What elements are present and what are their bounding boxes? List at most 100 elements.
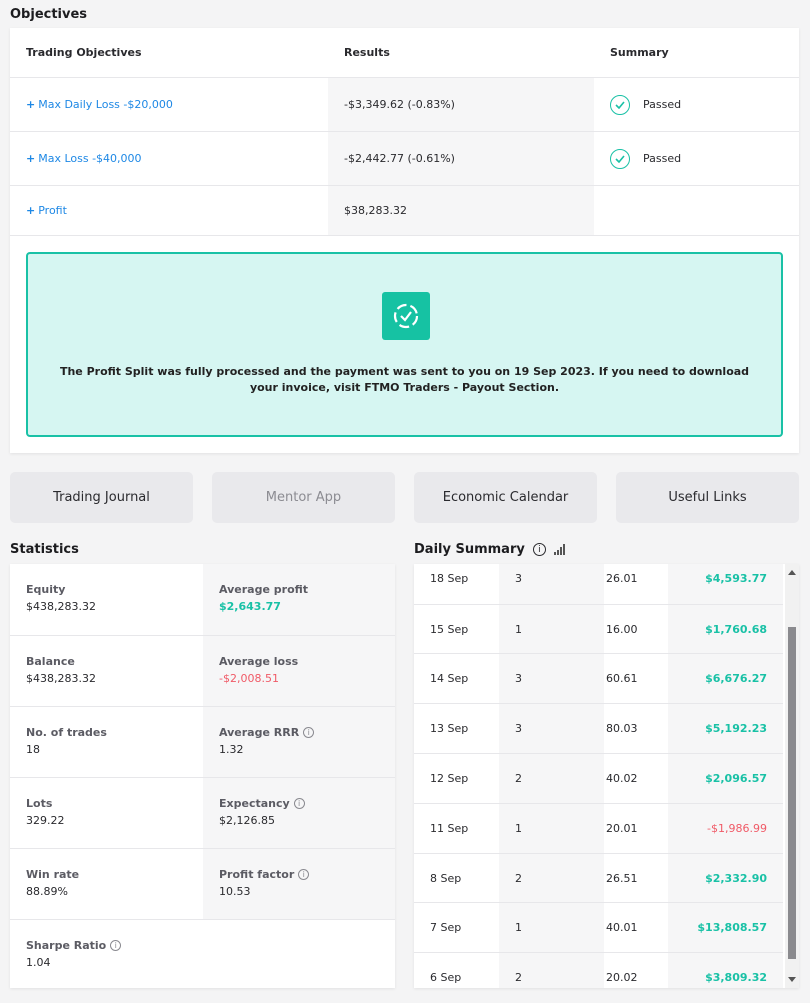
stat-average-profit: Average profit $2,643.77	[203, 564, 395, 635]
stat-label: Balance	[26, 655, 75, 668]
objective-row-max-loss: + Max Loss -$40,000 -$2,442.77 (-0.61%) …	[10, 132, 799, 186]
scrollbar-thumb[interactable]	[788, 627, 796, 959]
status-passed: Passed	[643, 152, 682, 165]
daily-result: $2,096.57	[668, 754, 783, 803]
daily-result: $4,593.77	[668, 564, 783, 604]
daily-row: 7 Sep 1 40.01 $13,808.57	[414, 903, 783, 953]
daily-lots: 20.01	[606, 822, 638, 835]
daily-trades: 3	[499, 564, 604, 604]
info-icon[interactable]: i	[532, 543, 546, 556]
daily-row: 14 Sep 3 60.61 $6,676.27	[414, 654, 783, 704]
useful-links-button[interactable]: Useful Links	[616, 472, 799, 523]
daily-row: 12 Sep 2 40.02 $2,096.57	[414, 754, 783, 804]
daily-row: 11 Sep 1 20.01 -$1,986.99	[414, 804, 783, 854]
stat-value: 329.22	[26, 814, 65, 827]
daily-row: 15 Sep 1 16.00 $1,760.68	[414, 605, 783, 654]
objective-row-profit: + Profit $38,283.32	[10, 186, 799, 236]
stat-expectancy: Expectancy i $2,126.85	[203, 778, 395, 848]
check-circle-icon	[610, 94, 630, 115]
objectives-card: Trading Objectives Results Summary + Max…	[10, 28, 799, 453]
daily-summary-title: Daily Summary	[414, 542, 525, 557]
stat-value: 1.32	[219, 743, 244, 756]
profit-link[interactable]: + Profit	[26, 186, 326, 235]
daily-trades: 2	[499, 754, 604, 803]
daily-lots: 26.01	[606, 572, 638, 585]
stat-average-loss: Average loss -$2,008.51	[203, 636, 395, 706]
daily-result: $6,676.27	[668, 654, 783, 703]
economic-calendar-button[interactable]: Economic Calendar	[414, 472, 597, 523]
payout-processed-icon	[382, 292, 430, 340]
max-daily-loss-link[interactable]: + Max Daily Loss -$20,000	[26, 78, 326, 131]
objectives-header-row: Trading Objectives Results Summary	[10, 28, 799, 78]
daily-date: 11 Sep	[430, 822, 469, 835]
daily-result: $2,332.90	[668, 854, 783, 902]
bar-chart-icon[interactable]	[553, 544, 566, 555]
daily-result: $1,760.68	[668, 605, 783, 653]
stat-profit-factor: Profit factor i 10.53	[203, 849, 395, 919]
header-trading-objectives: Trading Objectives	[26, 46, 142, 59]
daily-date: 13 Sep	[430, 722, 469, 735]
expand-plus-icon: +	[26, 204, 36, 217]
daily-date: 18 Sep	[430, 572, 469, 585]
stat-lots: Lots 329.22	[10, 778, 203, 848]
daily-date: 7 Sep	[430, 921, 462, 934]
payout-notice: The Profit Split was fully processed and…	[26, 252, 783, 437]
daily-lots: 40.02	[606, 772, 638, 785]
objective-label: Profit	[38, 204, 67, 217]
daily-row: 13 Sep 3 80.03 $5,192.23	[414, 704, 783, 754]
info-icon[interactable]: i	[298, 869, 310, 880]
stat-label: Average profit	[219, 583, 309, 596]
stat-value: 18	[26, 743, 40, 756]
stat-label: Equity	[26, 583, 66, 596]
info-icon[interactable]: i	[110, 940, 122, 951]
stat-no-of-trades: No. of trades 18	[10, 707, 203, 777]
daily-summary-header: Daily Summary i	[414, 542, 566, 557]
expand-plus-icon: +	[26, 152, 36, 165]
daily-result: $5,192.23	[668, 704, 783, 753]
stat-label: Win rate	[26, 868, 80, 881]
stat-label: No. of trades	[26, 726, 107, 739]
scroll-down-arrow-icon[interactable]	[788, 977, 796, 982]
scroll-up-arrow-icon[interactable]	[788, 570, 796, 575]
daily-lots: 80.03	[606, 722, 638, 735]
status-passed: Passed	[643, 98, 682, 111]
objective-result: -$3,349.62 (-0.83%)	[328, 78, 594, 131]
daily-trades: 2	[499, 854, 604, 902]
expand-plus-icon: +	[26, 98, 36, 111]
mentor-app-button[interactable]: Mentor App	[212, 472, 395, 523]
stat-value: 1.04	[26, 956, 51, 969]
daily-summary-scrollbar[interactable]	[785, 564, 799, 988]
stat-average-rrr: Average RRR i 1.32	[203, 707, 395, 777]
daily-summary-card: 18 Sep 3 26.01 $4,593.77 15 Sep 1 16.00 …	[414, 564, 799, 988]
daily-date: 15 Sep	[430, 622, 469, 636]
statistics-title: Statistics	[10, 542, 79, 557]
stat-label: Lots	[26, 797, 53, 810]
daily-date: 6 Sep	[430, 971, 462, 984]
objective-summary	[610, 186, 790, 235]
info-icon[interactable]: i	[293, 798, 305, 809]
objective-result: $38,283.32	[328, 186, 594, 235]
stat-value: -$2,008.51	[219, 672, 279, 685]
stat-value: $2,126.85	[219, 814, 275, 827]
objective-label: Max Daily Loss -$20,000	[38, 98, 173, 111]
stat-value: $2,643.77	[219, 600, 281, 613]
daily-result: $13,808.57	[668, 903, 783, 952]
stat-value: 88.89%	[26, 885, 68, 898]
objective-row-max-daily-loss: + Max Daily Loss -$20,000 -$3,349.62 (-0…	[10, 78, 799, 132]
daily-trades: 3	[499, 654, 604, 703]
daily-date: 8 Sep	[430, 871, 462, 885]
stat-win-rate: Win rate 88.89%	[10, 849, 203, 919]
stat-balance: Balance $438,283.32	[10, 636, 203, 706]
max-loss-link[interactable]: + Max Loss -$40,000	[26, 132, 326, 185]
daily-result: -$1,986.99	[668, 804, 783, 853]
stat-label: Expectancy	[219, 797, 290, 810]
header-summary: Summary	[610, 46, 669, 59]
daily-lots: 20.02	[606, 971, 638, 984]
daily-row: 8 Sep 2 26.51 $2,332.90	[414, 854, 783, 903]
stat-sharpe-ratio: Sharpe Ratio i 1.04	[10, 920, 395, 988]
daily-lots: 26.51	[606, 871, 638, 885]
stat-value: $438,283.32	[26, 672, 96, 685]
info-icon[interactable]: i	[303, 727, 315, 738]
objectives-title: Objectives	[10, 7, 88, 22]
trading-journal-button[interactable]: Trading Journal	[10, 472, 193, 523]
